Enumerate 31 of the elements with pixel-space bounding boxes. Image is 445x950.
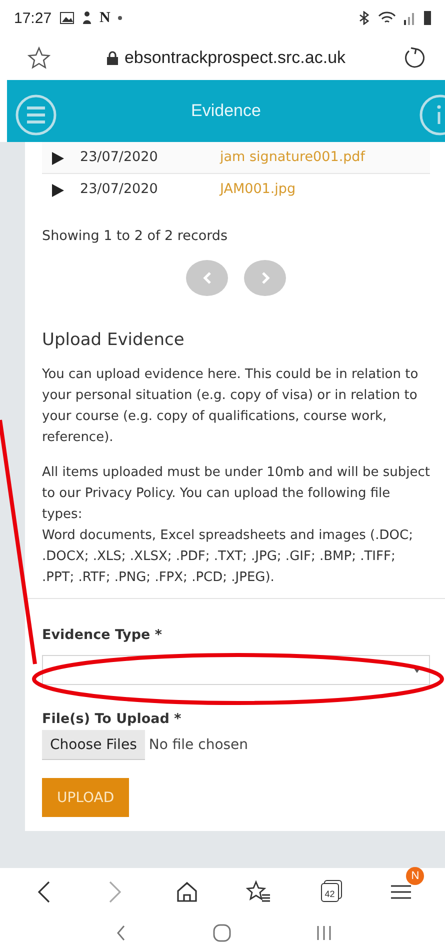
- chevron-left-icon: [202, 272, 212, 284]
- figure-icon: [82, 11, 92, 26]
- status-time: 17:27: [14, 10, 52, 27]
- record-date: 23/07/2020: [80, 181, 159, 198]
- field-label: Evidence Type *: [42, 627, 163, 644]
- evidence-type-select[interactable]: [42, 655, 430, 686]
- menu-lines-icon: [390, 882, 412, 902]
- chevron-right-icon: [260, 272, 270, 284]
- notification-letter: N: [100, 10, 110, 27]
- info-paragraph: You can upload evidence here. This could be in relation to your personal situation (e.g. copy of visa) or in relation to your course (e.g. copy of qualifications, course work, reference).: [42, 366, 420, 448]
- menu-badge: N: [406, 867, 424, 885]
- choose-files-button[interactable]: Choose Files: [42, 730, 145, 760]
- image-icon: [60, 12, 74, 24]
- info-paragraph: All items uploaded must be under 10mb and will be subject to our Privacy Policy. You can upload the following file types: Word documents, Excel spreadsheets and images (.DOC; .DOCX; .XLS; .XLSX; .PDF; .TXT; .JPG; .GIF; .BMP; .TIFF; .PPT; .RTF; .PNG; .FPX; .PCD; .JPEG).: [42, 464, 430, 588]
- lock-icon: [107, 50, 118, 65]
- expand-triangle-icon[interactable]: [52, 152, 64, 166]
- expand-triangle-icon[interactable]: [52, 184, 64, 198]
- tabs-button[interactable]: 42: [312, 875, 347, 909]
- page-title: Evidence: [191, 100, 261, 121]
- battery-icon: [424, 11, 431, 26]
- signal-icon: [404, 11, 416, 26]
- wifi-icon: [378, 11, 396, 26]
- file-status: No file chosen: [148, 737, 248, 754]
- records-info: Showing 1 to 2 of 2 records: [42, 228, 229, 244]
- url-text: ebsontrackprospect.src.ac.uk: [124, 48, 346, 68]
- record-row[interactable]: 23/07/2020 jam signature001.pdf: [42, 142, 430, 174]
- record-date: 23/07/2020: [80, 149, 159, 166]
- field-label: File(s) To Upload *: [42, 711, 182, 728]
- section-heading: Upload Evidence: [42, 330, 186, 350]
- dot-icon: [118, 16, 122, 20]
- bluetooth-icon: [358, 11, 370, 26]
